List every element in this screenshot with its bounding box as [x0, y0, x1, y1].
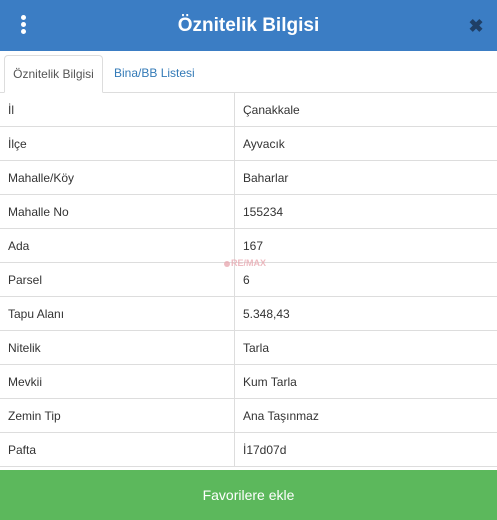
attribute-key: Mahalle No	[0, 194, 235, 229]
attribute-value: 155234	[234, 194, 497, 229]
attribute-table: İl Çanakkale İlçe Ayvacık Mahalle/Köy Ba…	[0, 93, 497, 467]
table-row: İlçe Ayvacık	[0, 126, 497, 161]
attribute-value: İ17d07d	[234, 432, 497, 467]
tab-building-list[interactable]: Bina/BB Listesi	[106, 55, 203, 93]
table-row: Mahalle No 155234	[0, 194, 497, 229]
table-row: Mevkii Kum Tarla	[0, 364, 497, 399]
dialog-title: Öznitelik Bilgisi	[177, 15, 320, 36]
tab-attribute-info[interactable]: Öznitelik Bilgisi	[4, 55, 103, 93]
attribute-value: Kum Tarla	[234, 364, 497, 399]
attribute-key: Parsel	[0, 262, 235, 297]
table-row: Zemin Tip Ana Taşınmaz	[0, 398, 497, 433]
attribute-key: Nitelik	[0, 330, 235, 365]
table-row: İl Çanakkale	[0, 93, 497, 127]
table-row: Mahalle/Köy Baharlar	[0, 160, 497, 195]
remax-watermark: RE/MAX	[224, 258, 266, 268]
attribute-key: Mahalle/Köy	[0, 160, 235, 195]
header-bar: Öznitelik Bilgisi ✖	[0, 0, 497, 51]
attribute-value: Ayvacık	[234, 126, 497, 161]
balloon-icon	[224, 261, 230, 267]
attribute-key: Zemin Tip	[0, 398, 235, 433]
attribute-key: Pafta	[0, 432, 235, 467]
table-row: Nitelik Tarla	[0, 330, 497, 365]
attribute-value: Baharlar	[234, 160, 497, 195]
attribute-key: Tapu Alanı	[0, 296, 235, 331]
attribute-key: İlçe	[0, 126, 235, 161]
attribute-value: 6	[234, 262, 497, 297]
table-row: Tapu Alanı 5.348,43	[0, 296, 497, 331]
close-icon[interactable]: ✖	[466, 15, 486, 37]
attribute-value: 167	[234, 228, 497, 263]
attribute-key: İl	[0, 93, 235, 127]
attribute-key: Ada	[0, 228, 235, 263]
watermark-text: RE/MAX	[231, 258, 267, 268]
attribute-key: Mevkii	[0, 364, 235, 399]
table-row: Pafta İ17d07d	[0, 432, 497, 467]
tab-bar: Öznitelik Bilgisi Bina/BB Listesi	[0, 51, 497, 93]
add-to-favorites-button[interactable]: Favorilere ekle	[0, 470, 497, 520]
attribute-value: Ana Taşınmaz	[234, 398, 497, 433]
attribute-value: 5.348,43	[234, 296, 497, 331]
attribute-value: Çanakkale	[234, 93, 497, 127]
attribute-value: Tarla	[234, 330, 497, 365]
